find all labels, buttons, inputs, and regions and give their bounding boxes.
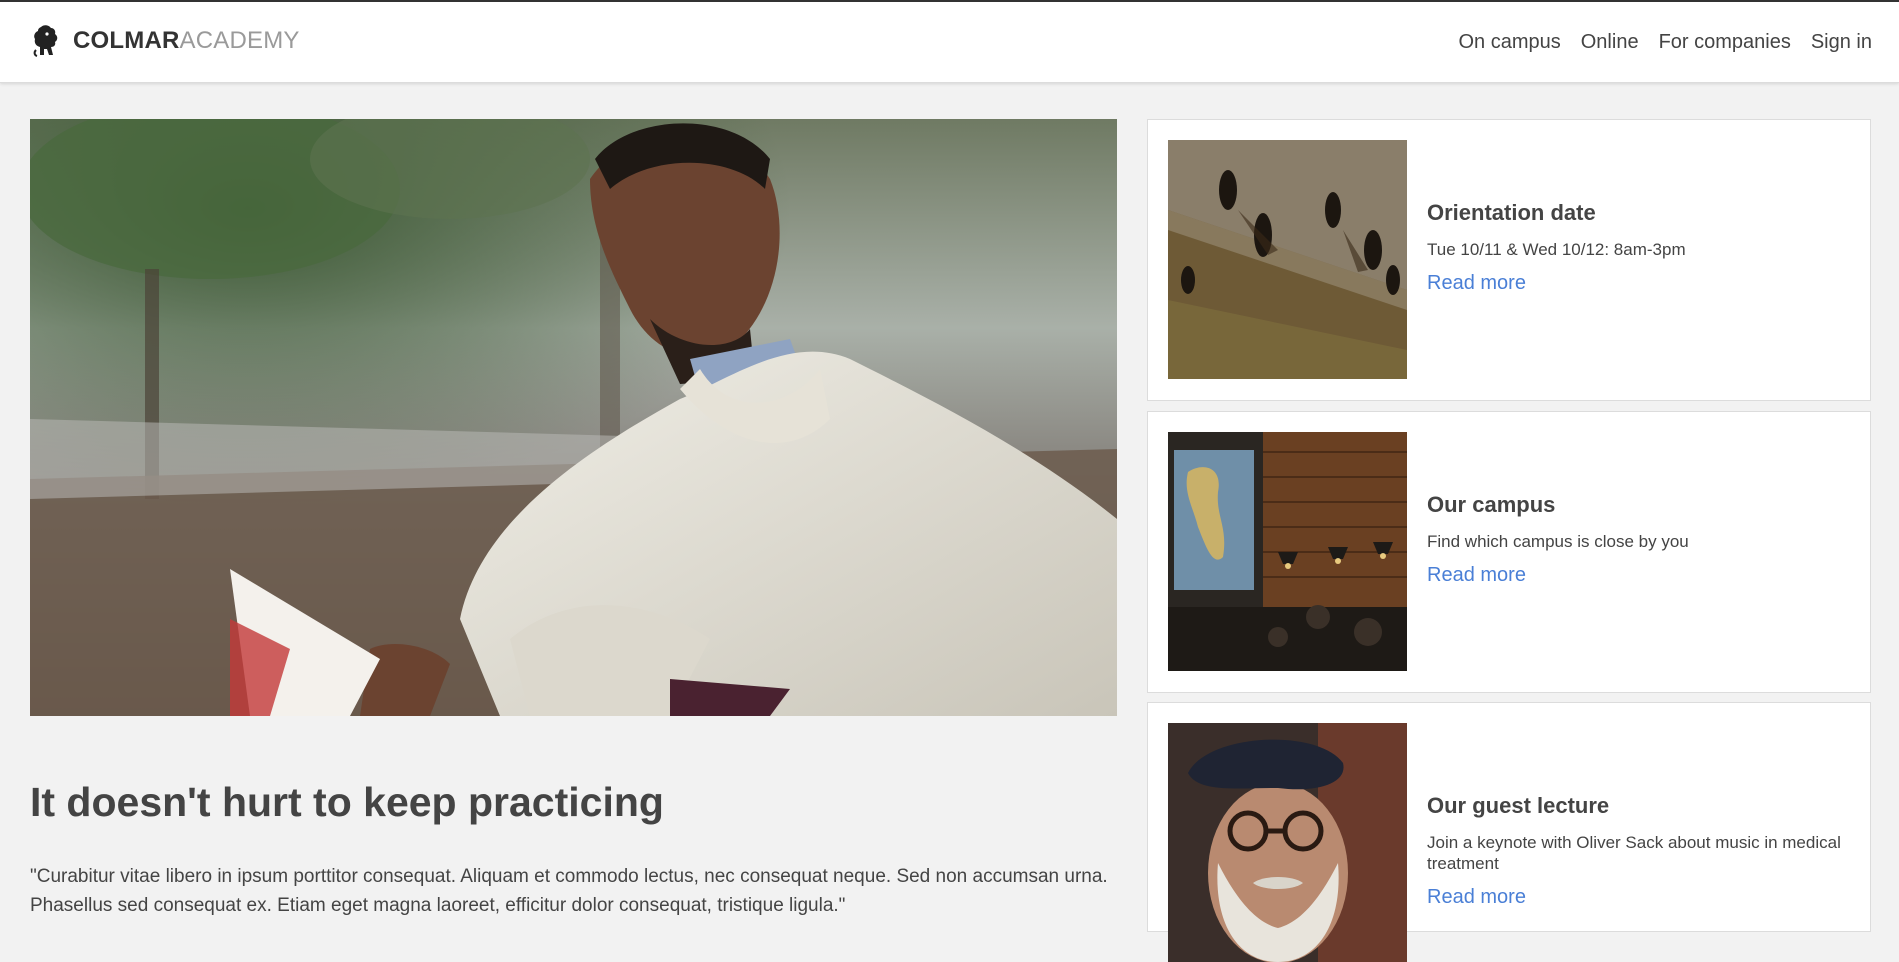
- main-nav: On campus Online For companies Sign in: [1458, 31, 1872, 54]
- man-reading-book-photo: [30, 119, 1117, 716]
- nav-for-companies[interactable]: For companies: [1659, 31, 1791, 54]
- card-image: [1168, 140, 1407, 379]
- hero-image: [30, 119, 1117, 716]
- read-more-link[interactable]: Read more: [1427, 272, 1526, 294]
- card-title: Orientation date: [1427, 200, 1596, 225]
- card-body: Orientation date Tue 10/11 & Wed 10/12: …: [1427, 200, 1850, 295]
- card-image: [1168, 723, 1407, 962]
- card-orientation: Orientation date Tue 10/11 & Wed 10/12: …: [1147, 119, 1871, 401]
- card-text: Find which campus is close by you: [1427, 532, 1689, 551]
- card-image: [1168, 432, 1407, 671]
- read-more-link[interactable]: Read more: [1427, 886, 1526, 908]
- brand-name-light: ACADEMY: [179, 27, 300, 54]
- brand-name: COLMARACADEMY: [73, 27, 300, 55]
- card-body: Our campus Find which campus is close by…: [1427, 492, 1850, 587]
- campus-cafe-map-photo: [1168, 432, 1407, 671]
- lion-logo-icon: [33, 25, 58, 57]
- people-walking-aerial-photo: [1168, 140, 1407, 379]
- read-more-link[interactable]: Read more: [1427, 564, 1526, 586]
- card-body: Our guest lecture Join a keynote with Ol…: [1427, 793, 1850, 909]
- card-campus: Our campus Find which campus is close by…: [1147, 411, 1871, 693]
- hero-quote: "Curabitur vitae libero in ipsum porttit…: [30, 866, 1108, 916]
- old-man-beret-photo: [1168, 723, 1407, 962]
- hero-headline: It doesn't hurt to keep practicing: [30, 779, 664, 825]
- card-text: Join a keynote with Oliver Sack about mu…: [1427, 833, 1841, 873]
- card-guest-lecture: Our guest lecture Join a keynote with Ol…: [1147, 702, 1871, 962]
- card-title: Our guest lecture: [1427, 793, 1610, 818]
- nav-on-campus[interactable]: On campus: [1458, 31, 1560, 54]
- site-header: COLMARACADEMY On campus Online For compa…: [0, 2, 1899, 83]
- card-text: Tue 10/11 & Wed 10/12: 8am-3pm: [1427, 240, 1686, 259]
- brand-name-bold: COLMAR: [73, 27, 180, 54]
- nav-sign-in[interactable]: Sign in: [1811, 31, 1872, 54]
- nav-online[interactable]: Online: [1581, 31, 1639, 54]
- brand-logo[interactable]: COLMARACADEMY: [32, 24, 300, 58]
- card-title: Our campus: [1427, 492, 1556, 517]
